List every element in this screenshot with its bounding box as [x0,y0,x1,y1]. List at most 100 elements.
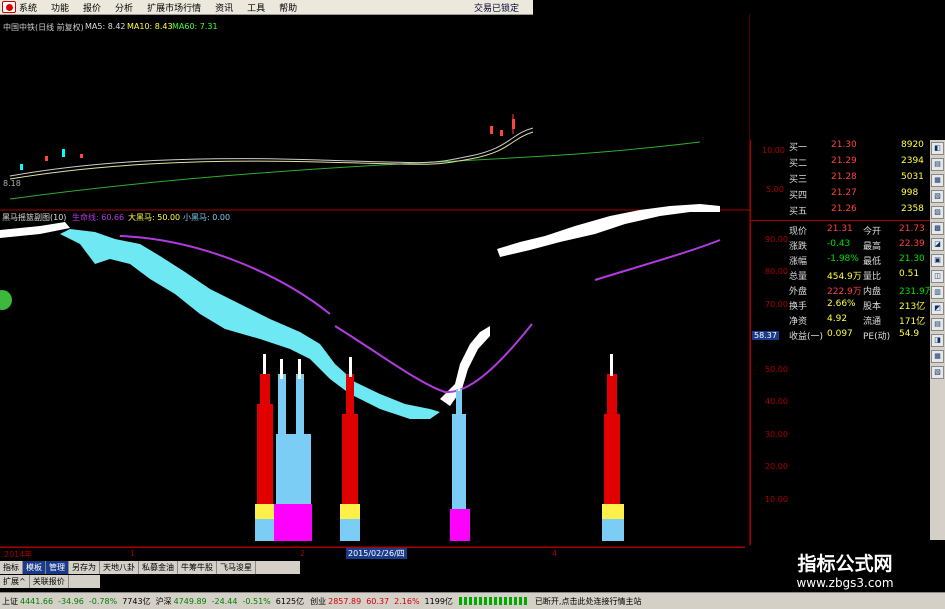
bid-volume: 998 [901,188,919,198]
stat-value-1: 0.097 [827,329,853,339]
chart-canvas[interactable] [0,14,750,549]
sh-change: -34.96 [58,596,84,606]
stat-value-1: -1.98% [827,254,859,264]
tab-2[interactable]: 管理 [46,561,69,574]
toolbar-btn-6-icon[interactable]: ▩ [931,222,944,235]
bid-label: 买二 [789,159,808,169]
menu-function[interactable]: 功能 [51,1,69,14]
hs-pct: -0.51% [242,596,271,606]
toolbar-btn-9-icon[interactable]: ◫ [931,270,944,283]
stat-value-2: 0.51 [899,269,920,279]
stat-label-1: 换手 [789,302,808,312]
bid-label: 买三 [789,175,808,185]
bid-price: 21.26 [831,204,857,214]
connection-message[interactable]: 已断开,点击此处连接行情主站 [535,596,642,607]
app-logo-icon [2,1,16,13]
cy-value[interactable]: 2857.89 [328,597,361,606]
toolbar-btn-8-icon[interactable]: ▣ [931,254,944,267]
toolbar-btn-14-icon[interactable]: ▦ [931,350,944,363]
bid-label: 买四 [789,191,808,201]
ext-tab-0[interactable]: 扩展^ [0,575,30,588]
white-band-right [497,204,720,257]
watermark-title: 指标公式网 [797,553,893,575]
stat-row: 涨幅 -1.98% 最低 21.30 [751,254,931,268]
trade-lock-status[interactable]: 交易已锁定 [474,1,519,14]
stat-row: 净资 4.92 流通 171亿 [751,314,931,328]
bid-volume: 2358 [901,204,924,214]
stat-label-1: 涨跌 [789,242,808,252]
stat-value-1: 21.31 [827,224,853,234]
stat-label-1: 收益(一) [789,332,824,342]
toolbar-btn-12-icon[interactable]: ▤ [931,318,944,331]
lifeline-seg3 [594,239,721,281]
stat-label-1: 净资 [789,317,808,327]
bid-volume: 8920 [901,140,924,150]
toolbar-btn-15-icon[interactable]: ▧ [931,366,944,379]
stat-label-2: PE(动) [863,332,891,342]
menu-system[interactable]: 系统 [19,1,37,14]
bid-volume: 2394 [901,156,924,166]
hs-change: -24.44 [211,596,238,606]
bid-volume: 5031 [901,172,924,182]
tab-4[interactable]: 天地八卦 [100,561,139,574]
cyan-band [60,229,440,419]
toolbar-btn-2-icon[interactable]: ▤ [931,158,944,171]
sh-value[interactable]: 4441.66 [20,597,53,606]
menu-analysis[interactable]: 分析 [115,1,133,14]
signal-bars-4 [602,354,624,541]
bid-row[interactable]: 买一 21.30 8920 [751,140,931,154]
tab-0[interactable]: 指标 [0,561,23,574]
stat-label-2: 内盘 [863,287,882,297]
stat-label-2: 股本 [863,302,882,312]
toolbar-btn-5-icon[interactable]: ▨ [931,206,944,219]
stat-value-2: 54.9 [899,329,920,339]
toolbar-btn-4-icon[interactable]: ▧ [931,190,944,203]
stat-value-1: 2.66% [827,299,856,309]
bid-label: 买五 [789,207,808,217]
toolbar-btn-11-icon[interactable]: ◩ [931,302,944,315]
stat-value-1: 222.9万 [827,287,862,297]
toolbar-btn-10-icon[interactable]: ▥ [931,286,944,299]
ma60-line [9,141,701,200]
date-m1: 1 [130,549,136,558]
hs-value[interactable]: 4749.89 [174,597,207,606]
indicator-title: 黑马摇篮副图(10) [2,213,67,222]
menu-info[interactable]: 资讯 [215,1,233,14]
indicator-tabs: 指标 模板 管理 另存为 天地八卦 私募金油 牛筹牛股 飞马浚星 [0,561,300,574]
stat-value-2: 21.30 [899,254,925,264]
ext-tab-1[interactable]: 关联报价 [30,575,69,588]
lifeline-label: 生命线: 60.66 [72,213,125,222]
bid-row[interactable]: 买三 21.28 5031 [751,172,931,186]
toolbar-btn-1-icon[interactable]: ◧ [931,142,944,155]
menu-help[interactable]: 帮助 [279,1,297,14]
signal-bars-1 [255,354,312,541]
bid-row[interactable]: 买二 21.29 2394 [751,156,931,170]
menu-bar: 系统 功能 报价 分析 扩展市场行情 资讯 工具 帮助 交易已锁定 [0,0,533,15]
bid-row[interactable]: 买五 21.26 2358 [751,204,931,218]
menu-tools[interactable]: 工具 [247,1,265,14]
bid-label: 买一 [789,143,808,153]
stat-label-1: 总量 [789,272,808,282]
toolbar-btn-13-icon[interactable]: ◨ [931,334,944,347]
cy-change: 60.37 [366,596,390,606]
watermark: 指标公式网 www.zbgs3.com [745,546,945,592]
tab-6[interactable]: 牛筹牛股 [178,561,217,574]
menu-quote[interactable]: 报价 [83,1,101,14]
bid-price: 21.29 [831,156,857,166]
stat-label-1: 现价 [789,227,808,237]
toolbar-btn-7-icon[interactable]: ◪ [931,238,944,251]
stat-value-1: 4.92 [827,314,848,324]
toolbar-btn-3-icon[interactable]: ▦ [931,174,944,187]
menu-ext-market[interactable]: 扩展市场行情 [147,1,201,14]
tab-7[interactable]: 飞马浚星 [217,561,256,574]
stat-label-1: 外盘 [789,287,808,297]
main-left-label: 8.18 [3,179,21,188]
watermark-url: www.zbgs3.com [796,576,894,590]
stat-value-1: 454.9万 [827,272,862,282]
tab-1[interactable]: 模板 [23,561,46,574]
tab-5[interactable]: 私募金油 [139,561,178,574]
cy-amount: 1199亿 [424,596,453,606]
tab-3[interactable]: 另存为 [69,561,100,574]
bid-row[interactable]: 买四 21.27 998 [751,188,931,202]
stat-value-2: 213亿 [899,302,926,312]
